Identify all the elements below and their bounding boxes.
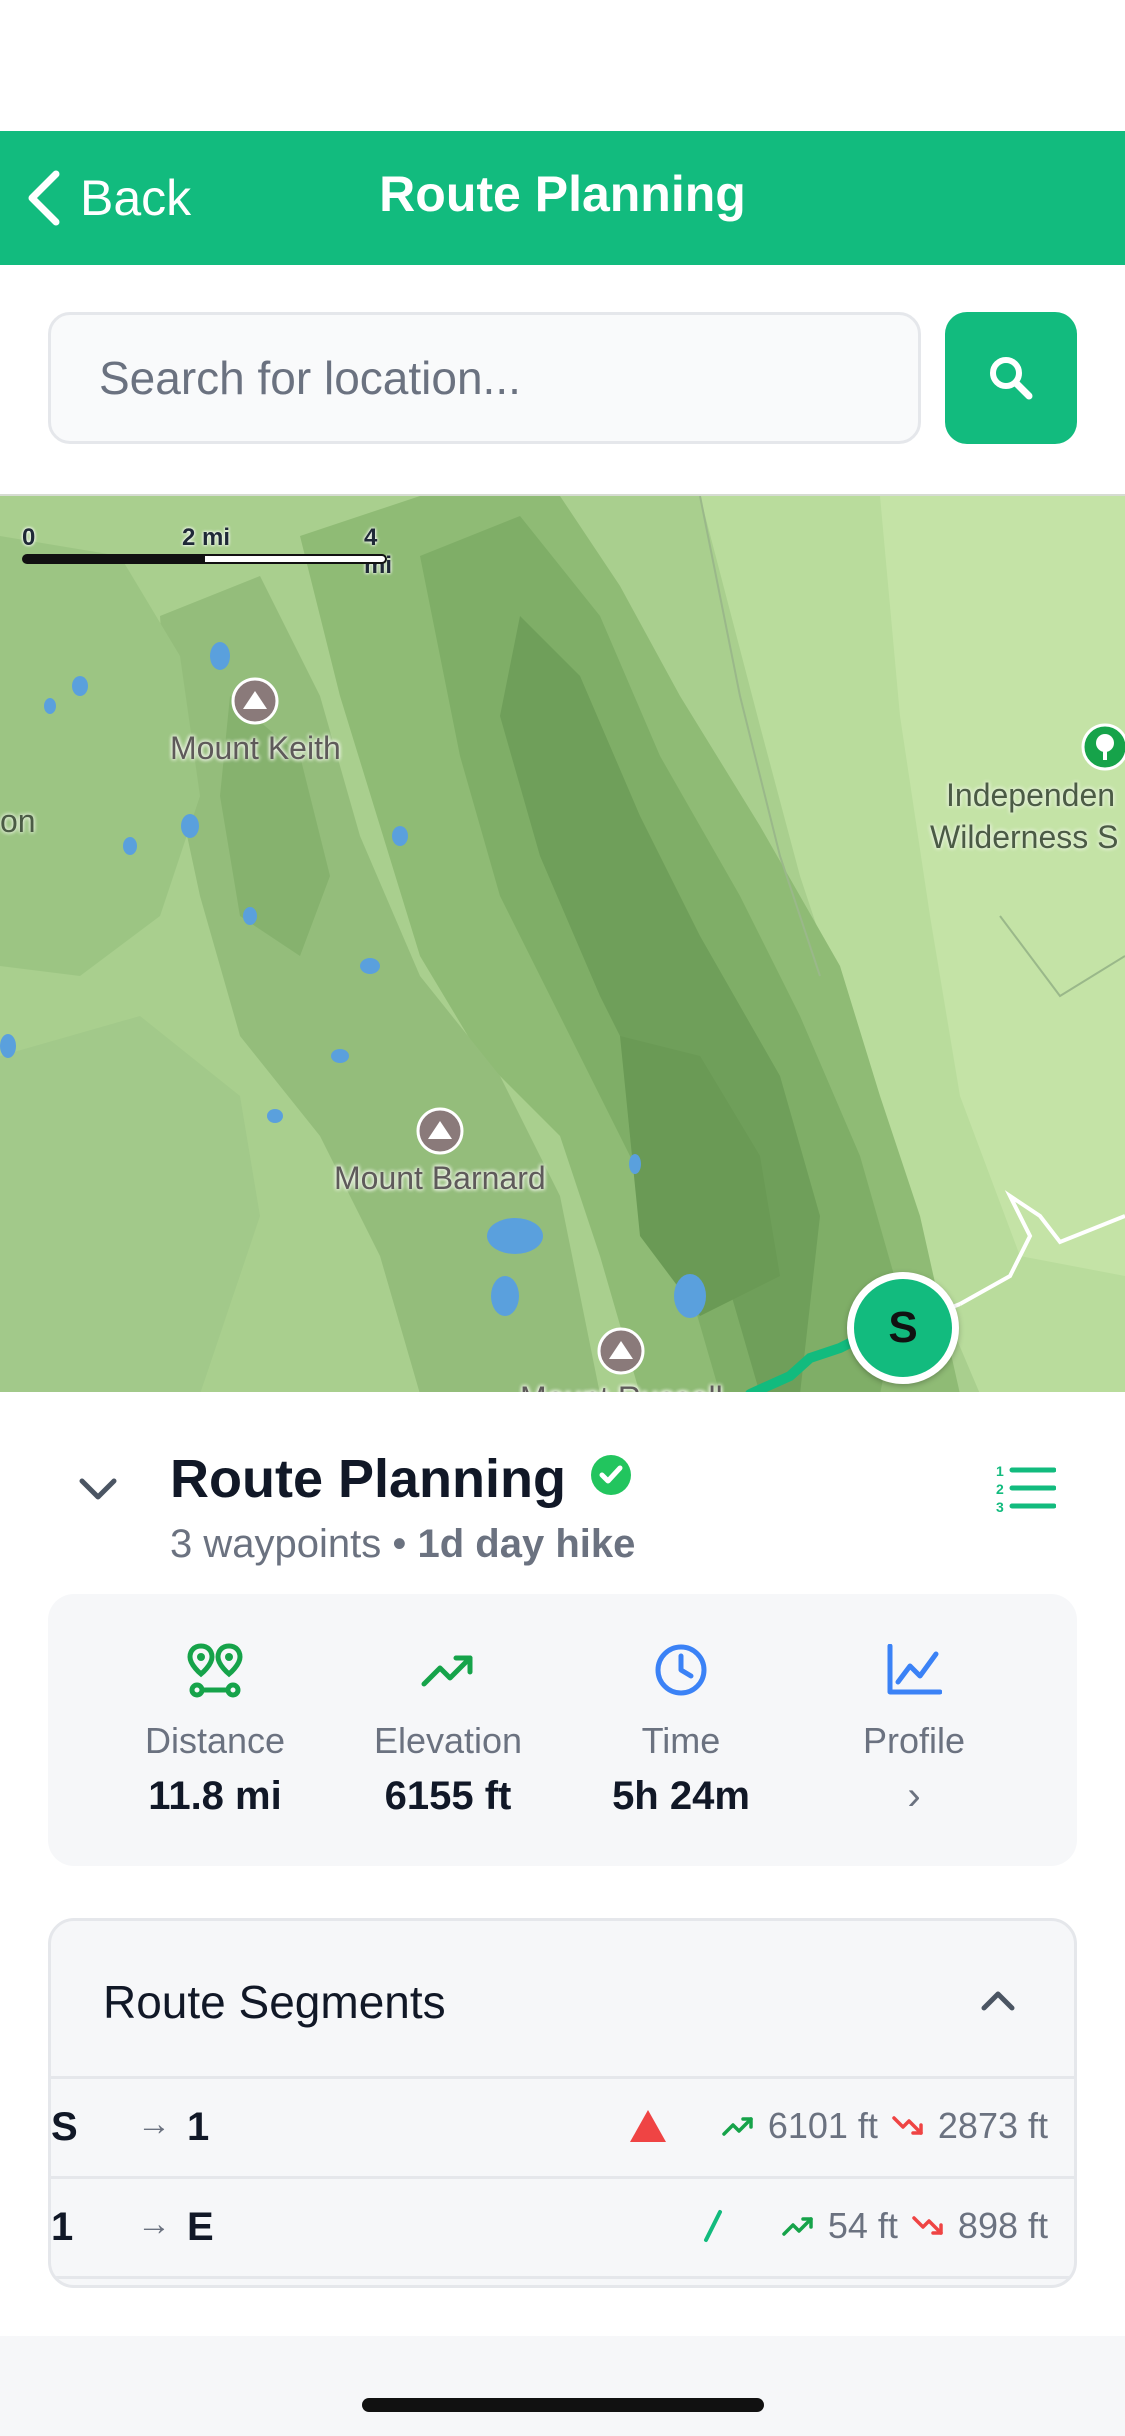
navigation-header: Back Route Planning xyxy=(0,131,1125,265)
stat-label: Profile xyxy=(862,1720,966,1761)
segment-stats: 6101 ft 2873 ft xyxy=(628,2105,1048,2147)
tree-icon[interactable] xyxy=(1080,722,1125,772)
segment-loss: 898 ft xyxy=(957,2205,1048,2246)
steep-triangle-icon xyxy=(629,2110,666,2142)
stat-label: Elevation xyxy=(373,1720,523,1761)
route-title: Route Planning xyxy=(170,1449,566,1509)
waypoint-count: 3 waypoints xyxy=(170,1522,382,1566)
poi-label: Mount Keith xyxy=(170,730,341,766)
segment-gain: 54 ft xyxy=(827,2205,898,2246)
poi-mount-keith[interactable]: Mount Keith xyxy=(170,676,341,767)
search-bar xyxy=(48,312,1077,444)
search-icon xyxy=(990,357,1033,400)
scale-label-0: 0 xyxy=(22,524,36,551)
bottom-safe-area xyxy=(0,2336,1125,2436)
route-panel: Route Planning 1 2 3 3 waypoints • 1d da… xyxy=(0,1392,1125,2336)
stat-label: Distance xyxy=(144,1720,286,1761)
stat-time: Time 5h 24m xyxy=(566,1594,796,1866)
app-root: Back Route Planning Search for location.… xyxy=(0,0,1125,2436)
segments-title: Route Segments xyxy=(103,1976,446,2028)
page-title: Route Planning xyxy=(379,166,746,222)
segments-header[interactable]: Route Segments xyxy=(51,1921,1074,2079)
scale-label-4mi: 4 mi xyxy=(364,524,393,579)
route-stats-card: Distance 11.8 mi Elevation 6155 ft Time … xyxy=(48,1594,1077,1866)
stat-value: 6155 ft xyxy=(384,1774,512,1818)
svg-text:2: 2 xyxy=(996,1481,1004,1497)
waypoints-icon xyxy=(187,1643,243,1698)
segment-from: S xyxy=(51,2105,78,2149)
trending-up-icon xyxy=(421,1655,473,1687)
peak-icon xyxy=(416,1107,464,1155)
check-circle-icon xyxy=(591,1455,631,1495)
route-segments-card: Route Segments S → 1 6101 ft 2873 ft 1 →… xyxy=(48,1918,1077,2288)
scale-line xyxy=(22,554,387,564)
route-subtitle: 3 waypoints • 1d day hike xyxy=(170,1522,635,1567)
trip-type: 1d day hike xyxy=(417,1522,636,1566)
segment-gain: 6101 ft xyxy=(767,2105,878,2146)
numbered-list-icon[interactable]: 1 2 3 xyxy=(996,1462,1056,1514)
segment-loss: 2873 ft xyxy=(937,2105,1048,2146)
poi-mount-barnard[interactable]: Mount Barnard xyxy=(334,1106,546,1197)
map-label-left-edge: on xyxy=(0,803,36,839)
map-label-independence-1: Independen xyxy=(946,777,1116,813)
trending-down-icon xyxy=(892,2116,923,2135)
gentle-slope-icon xyxy=(703,2210,722,2242)
segment-stats: 54 ft 898 ft xyxy=(698,2205,1048,2247)
arrow-right-icon: → xyxy=(137,2105,171,2143)
segment-from: 1 xyxy=(51,2205,74,2249)
segment-to: 1 xyxy=(187,2105,210,2149)
svg-text:3: 3 xyxy=(996,1499,1004,1514)
trending-up-icon xyxy=(722,2117,753,2136)
map-scale-bar: 0 2 mi 4 mi xyxy=(22,524,392,579)
arrow-right-icon: → xyxy=(137,2205,171,2243)
profile-button[interactable]: Profile › xyxy=(799,1594,1029,1866)
segments-toggle[interactable] xyxy=(974,1977,1022,2025)
stat-value: 5h 24m xyxy=(612,1774,750,1818)
trending-up-icon xyxy=(782,2217,813,2236)
map-view[interactable]: 0 2 mi 4 mi Mount Keith Mount Barnard In… xyxy=(0,494,1125,1392)
segment-row[interactable]: 1 → E 54 ft 898 ft xyxy=(51,2179,1074,2279)
start-waypoint-marker[interactable]: S xyxy=(847,1272,959,1384)
stat-label: Time xyxy=(641,1720,721,1761)
segment-row[interactable]: S → 1 6101 ft 2873 ft xyxy=(51,2079,1074,2179)
terrain-map xyxy=(0,496,1125,1392)
segment-to: E xyxy=(187,2205,214,2249)
poi-mount-partial[interactable]: Mount Russell xyxy=(520,1326,723,1392)
clock-icon xyxy=(655,1644,707,1696)
poi-label: Mount Barnard xyxy=(334,1160,546,1196)
separator-dot: • xyxy=(392,1522,407,1566)
poi-label: Mount Russell xyxy=(520,1380,723,1392)
chevron-down-icon xyxy=(79,1478,117,1500)
svg-text:1: 1 xyxy=(996,1463,1004,1479)
search-input[interactable] xyxy=(48,312,921,444)
collapse-panel-button[interactable] xyxy=(70,1462,126,1518)
stat-value: 11.8 mi xyxy=(148,1774,282,1818)
stat-elevation: Elevation 6155 ft xyxy=(333,1594,563,1866)
search-button[interactable] xyxy=(945,312,1077,444)
peak-icon xyxy=(597,1327,645,1375)
scale-label-2mi: 2 mi xyxy=(182,524,231,551)
stat-distance: Distance 11.8 mi xyxy=(100,1594,330,1866)
map-label-independence-2: Wilderness S xyxy=(930,819,1119,855)
home-indicator[interactable] xyxy=(362,2398,764,2412)
chevron-up-icon xyxy=(981,1991,1015,2011)
chevron-right-icon: › xyxy=(907,1774,921,1818)
trending-down-icon xyxy=(912,2216,943,2235)
line-chart-icon xyxy=(887,1644,942,1695)
peak-icon xyxy=(231,677,279,725)
